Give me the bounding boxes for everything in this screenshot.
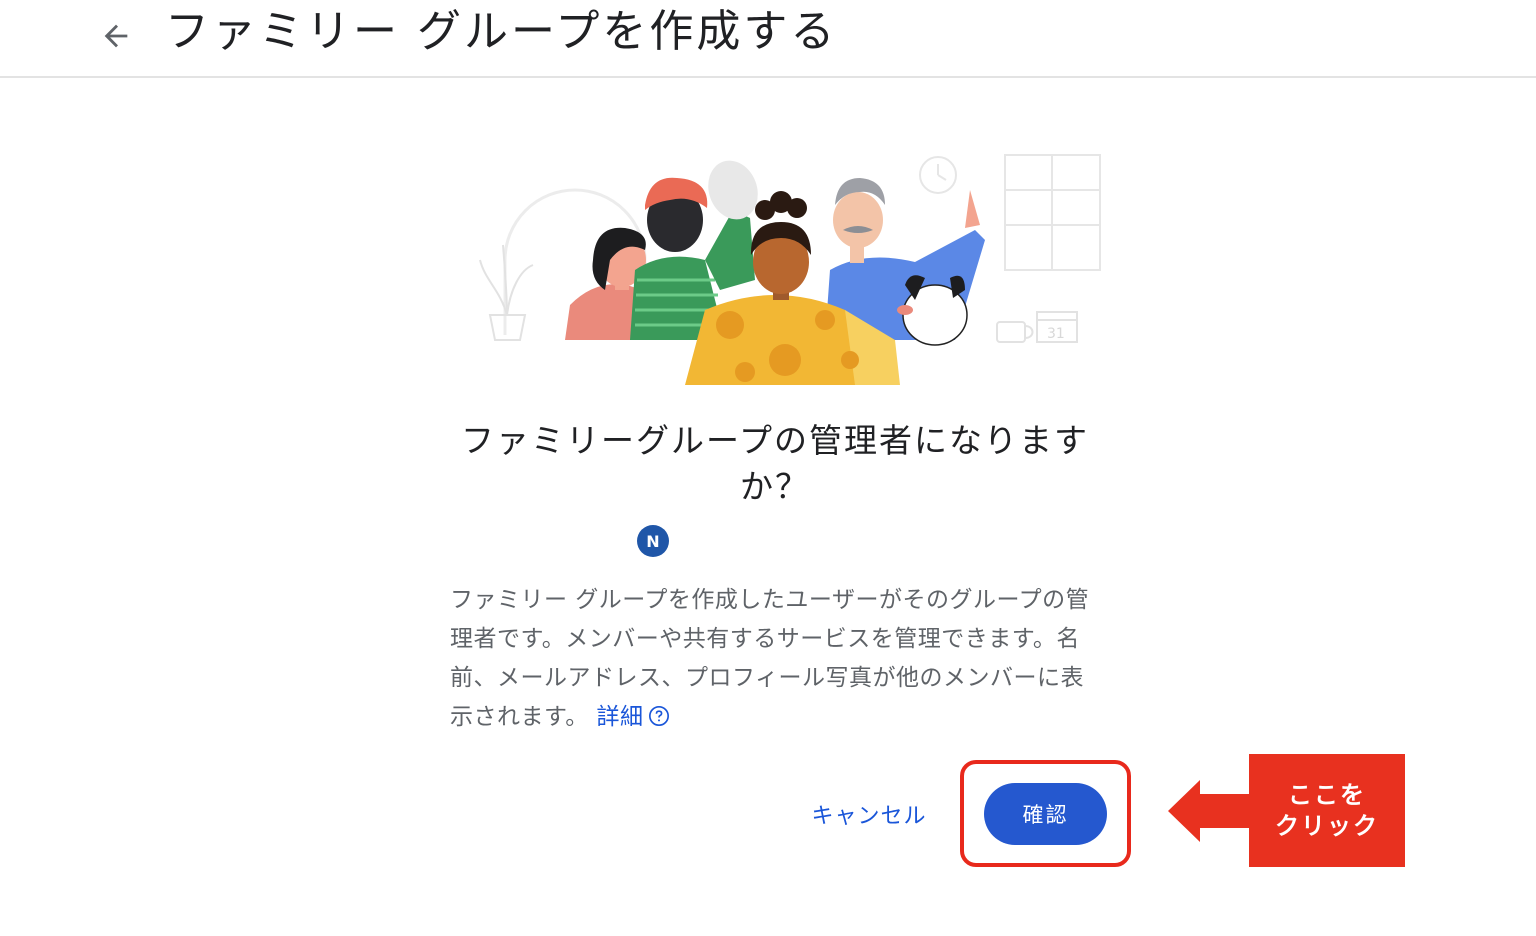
app-header: ファミリー グループを作成する — [0, 0, 1536, 78]
mug-decoration — [996, 321, 1034, 343]
family-group-illustration: 31 — [479, 154, 1101, 385]
window-decoration — [1004, 154, 1101, 271]
annotation-callout: ここを クリック — [1249, 754, 1405, 867]
callout-line2: クリック — [1275, 811, 1379, 840]
dialog-question: ファミリーグループの管理者になりますか？ — [460, 421, 1090, 506]
learn-more-link[interactable]: 詳細 — [597, 704, 670, 730]
learn-more-label: 詳細 — [596, 704, 644, 730]
clock-icon — [919, 156, 957, 194]
dialog-description: ファミリー グループを作成したユーザーがそのグループの管理者です。メンバーや共有… — [450, 581, 1095, 737]
confirm-button[interactable]: 確認 — [984, 783, 1107, 845]
avatar: N — [637, 525, 669, 557]
arrow-back-icon — [104, 24, 128, 48]
cancel-button[interactable]: キャンセル — [806, 790, 932, 838]
back-button[interactable] — [92, 12, 140, 60]
annotation-arrow-icon — [1168, 780, 1252, 842]
svg-text:31: 31 — [1047, 326, 1065, 342]
callout-line1: ここを — [1288, 780, 1366, 809]
description-text: ファミリー グループを作成したユーザーがそのグループの管理者です。メンバーや共有… — [450, 587, 1090, 730]
help-circle-icon — [648, 706, 669, 726]
page-title: ファミリー グループを作成する — [165, 6, 838, 57]
